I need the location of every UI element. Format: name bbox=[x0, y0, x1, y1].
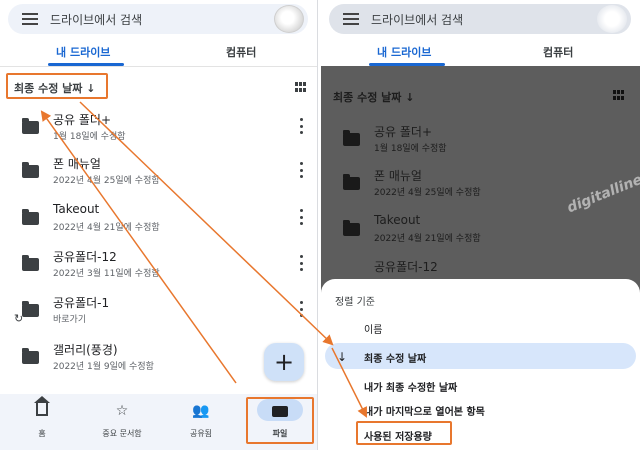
file-name: 공유 폴더+ bbox=[53, 113, 112, 127]
file-modified: 1월 18일에 수정함 bbox=[374, 144, 447, 154]
folder-icon bbox=[22, 118, 39, 134]
file-row[interactable]: ↻ 공유폴더-1 바로가기 bbox=[0, 292, 317, 332]
search-placeholder: 드라이브에서 검색 bbox=[50, 12, 143, 27]
folder-icon bbox=[22, 301, 39, 317]
left-screen: 드라이브에서 검색 내 드라이브 컴퓨터 최종 수정 날짜 ↓ 공유 폴더+ 1… bbox=[0, 0, 318, 450]
folder-icon bbox=[22, 348, 39, 364]
file-modified: 2022년 1월 9일에 수정함 bbox=[53, 362, 154, 372]
file-modified: 2022년 4월 21일에 수정함 bbox=[53, 223, 160, 233]
sort-button[interactable]: 최종 수정 날짜 ↓ bbox=[14, 80, 95, 96]
nav-label: 중요 문서함 bbox=[102, 429, 142, 438]
file-name: 폰 매뉴얼 bbox=[53, 157, 101, 171]
file-name: 폰 매뉴얼 bbox=[374, 169, 422, 183]
nav-starred[interactable]: ☆ 중요 문서함 bbox=[82, 394, 162, 450]
search-bar[interactable]: 드라이브에서 검색 bbox=[8, 4, 308, 34]
search-placeholder: 드라이브에서 검색 bbox=[371, 12, 464, 27]
star-icon: ☆ bbox=[115, 403, 129, 419]
file-name: 갤러리(풍경) bbox=[53, 343, 118, 357]
sort-option-storage-used[interactable]: 사용된 저장용량 bbox=[364, 428, 432, 443]
nav-shared[interactable]: 👥 공유됨 bbox=[161, 394, 241, 450]
file-name: Takeout bbox=[374, 213, 421, 227]
sheet-title: 정렬 기준 bbox=[335, 297, 375, 308]
file-name: 공유폴더-12 bbox=[53, 250, 117, 264]
file-modified: 2022년 3월 11일에 수정함 bbox=[53, 269, 160, 279]
file-row: Takeout 2022년 4월 21일에 수정함 bbox=[321, 211, 639, 251]
file-modified: 2022년 4월 21일에 수정함 bbox=[374, 234, 481, 244]
sort-button: 최종 수정 날짜 ↓ bbox=[333, 91, 415, 104]
nav-home[interactable]: 홈 bbox=[2, 394, 82, 450]
nav-files[interactable]: 파일 bbox=[240, 394, 317, 450]
folder-icon bbox=[343, 130, 360, 146]
file-row[interactable]: 폰 매뉴얼 2022년 4월 25일에 수정함 bbox=[0, 153, 317, 193]
file-modified: 바로가기 bbox=[53, 315, 87, 325]
more-vert-icon[interactable] bbox=[300, 301, 304, 317]
people-icon: 👥 bbox=[192, 403, 210, 419]
folder-icon bbox=[343, 220, 360, 236]
file-row: 공유 폴더+ 1월 18일에 수정함 bbox=[321, 121, 639, 161]
grid-view-icon bbox=[613, 90, 625, 100]
file-modified: 2022년 4월 25일에 수정함 bbox=[53, 176, 160, 186]
folder-icon bbox=[22, 255, 39, 271]
grid-view-icon[interactable] bbox=[295, 82, 307, 92]
avatar[interactable] bbox=[274, 5, 304, 33]
more-vert-icon[interactable] bbox=[300, 209, 304, 225]
avatar[interactable] bbox=[597, 5, 627, 33]
sort-option-modified-by-me[interactable]: 내가 최종 수정한 날짜 bbox=[364, 379, 457, 394]
menu-icon[interactable] bbox=[343, 13, 359, 25]
menu-icon[interactable] bbox=[22, 13, 38, 25]
sort-option-opened-by-me[interactable]: 내가 마지막으로 열어본 항목 bbox=[364, 403, 485, 418]
arrow-down-icon: ↓ bbox=[337, 350, 348, 364]
search-bar[interactable]: 드라이브에서 검색 bbox=[329, 4, 631, 34]
tab-computers[interactable]: 컴퓨터 bbox=[226, 44, 256, 60]
nav-label: 공유됨 bbox=[189, 429, 213, 438]
file-name: 공유 폴더+ bbox=[374, 125, 433, 139]
file-row[interactable]: 공유 폴더+ 1월 18일에 수정함 bbox=[0, 109, 317, 149]
right-screen: 드라이브에서 검색 내 드라이브 컴퓨터 최종 수정 날짜 ↓ 공유 폴더+ 1… bbox=[321, 0, 640, 450]
file-name: 공유폴더-12 bbox=[374, 260, 438, 274]
folder-icon bbox=[272, 406, 288, 417]
shortcut-arrow-icon: ↻ bbox=[14, 312, 24, 325]
file-row[interactable]: Takeout 2022년 4월 21일에 수정함 bbox=[0, 200, 317, 240]
file-modified: 1월 18일에 수정함 bbox=[53, 132, 126, 142]
file-name: Takeout bbox=[53, 202, 100, 216]
more-vert-icon[interactable] bbox=[300, 118, 304, 134]
bottom-nav: 홈 ☆ 중요 문서함 👥 공유됨 파일 bbox=[0, 394, 317, 450]
tab-my-drive[interactable]: 내 드라이브 bbox=[56, 44, 110, 60]
file-modified: 2022년 4월 25일에 수정함 bbox=[374, 188, 481, 198]
sort-option-name[interactable]: 이름 bbox=[364, 321, 382, 336]
more-vert-icon[interactable] bbox=[300, 255, 304, 271]
tab-my-drive[interactable]: 내 드라이브 bbox=[377, 44, 431, 60]
file-row[interactable]: 공유폴더-12 2022년 3월 11일에 수정함 bbox=[0, 246, 317, 286]
file-name: 공유폴더-1 bbox=[53, 296, 110, 310]
tab-divider bbox=[0, 66, 317, 67]
tab-computers[interactable]: 컴퓨터 bbox=[543, 44, 573, 60]
folder-icon bbox=[22, 162, 39, 178]
new-item-button[interactable]: + bbox=[264, 343, 304, 381]
nav-label: 홈 bbox=[38, 429, 46, 438]
folder-icon bbox=[22, 209, 39, 225]
folder-icon bbox=[343, 174, 360, 190]
home-icon bbox=[34, 396, 50, 416]
more-vert-icon[interactable] bbox=[300, 162, 304, 178]
nav-label: 파일 bbox=[272, 429, 288, 438]
sort-option-last-modified[interactable]: 최종 수정 날짜 bbox=[364, 350, 426, 365]
sort-bottom-sheet: 정렬 기준 이름 ↓ 최종 수정 날짜 내가 최종 수정한 날짜 내가 마지막으… bbox=[321, 279, 640, 450]
